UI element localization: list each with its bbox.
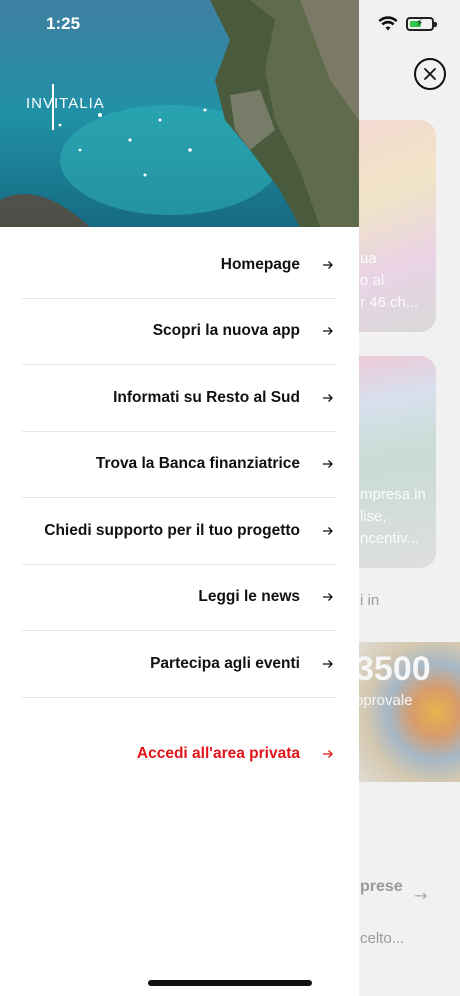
private-area-label: Accedi all'area privata — [136, 745, 300, 762]
background-section-text: i in — [360, 592, 380, 609]
arrow-right-icon — [323, 327, 333, 336]
arrow-right-icon — [323, 750, 333, 758]
menu-item-label: Trova la Banca finanziatrice — [95, 455, 300, 473]
invitalia-logo: INVITALIA — [26, 95, 105, 112]
background-card-text: mpresa in — [360, 486, 426, 503]
menu-item-homepage[interactable]: Homepage — [22, 232, 336, 299]
menu-item-label: Leggi le news — [198, 588, 300, 606]
menu-item-label: Homepage — [220, 255, 300, 273]
battery-icon: ⚡ — [406, 17, 437, 31]
charging-bolt-icon: ⚡ — [416, 18, 424, 29]
menu-item-label: Informati su Resto al Sud — [113, 388, 300, 406]
background-card-text: ncentiv... — [360, 530, 419, 547]
arrow-right-icon — [323, 260, 333, 269]
hero-image: INVITALIA — [0, 0, 359, 227]
navigation-drawer: INVITALIA Homepage Scopri la nuova app I… — [0, 0, 359, 996]
background-card-text: r 46 ch... — [360, 294, 419, 311]
arrow-right-icon — [323, 460, 333, 469]
background-card-text: ua — [360, 250, 377, 267]
home-indicator[interactable] — [148, 980, 312, 986]
background-list-item: celto... — [360, 930, 405, 947]
menu-item-find-bank[interactable]: Trova la Banca finanziatrice — [22, 432, 336, 498]
status-time: 1:25 — [46, 14, 81, 33]
menu-item-label: Scopri la nuova app — [152, 322, 300, 340]
arrow-right-icon: → — [414, 886, 428, 905]
close-button[interactable] — [414, 58, 446, 90]
background-list-item: prese — [360, 878, 403, 895]
menu-item-resto-al-sud[interactable]: Informati su Resto al Sud — [22, 365, 336, 432]
background-stat-value: 3500 — [355, 650, 431, 688]
wifi-icon — [378, 16, 398, 31]
menu-item-label: Chiedi supporto per il tuo progetto — [44, 521, 300, 539]
background-stat-label: pprovale — [355, 692, 413, 709]
menu-item-project-support[interactable]: Chiedi supporto per il tuo progetto — [22, 498, 336, 565]
status-icons: ⚡ — [378, 16, 437, 32]
menu-item-new-app[interactable]: Scopri la nuova app — [22, 299, 336, 365]
close-icon — [424, 68, 436, 80]
menu-item-events[interactable]: Partecipa agli eventi — [22, 631, 336, 698]
background-card-text: lise, — [360, 508, 387, 525]
menu-item-label: Partecipa agli eventi — [150, 654, 300, 672]
arrow-right-icon — [323, 393, 333, 402]
menu-list: Homepage Scopri la nuova app Informati s… — [22, 232, 336, 698]
background-card-text: o al — [360, 272, 385, 289]
menu-item-news[interactable]: Leggi le news — [22, 565, 336, 631]
arrow-right-icon — [323, 659, 333, 668]
arrow-right-icon — [323, 593, 333, 602]
private-area-link[interactable]: Accedi all'area privata — [22, 726, 336, 782]
arrow-right-icon — [323, 526, 333, 535]
